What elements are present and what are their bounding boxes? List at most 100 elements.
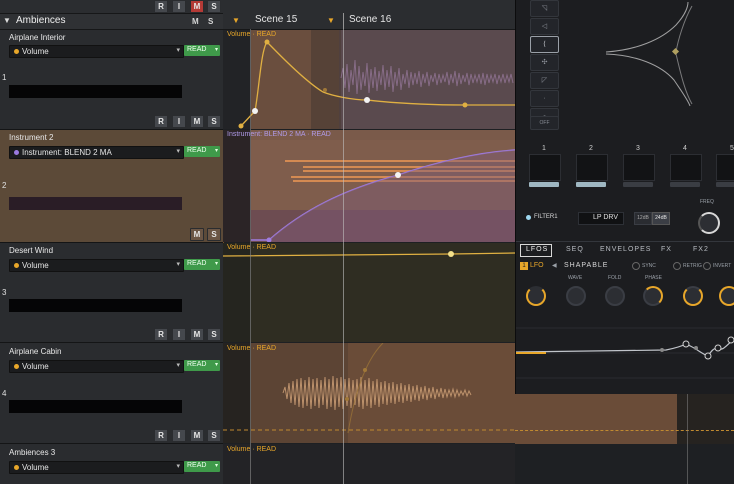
timeline-ruler[interactable]: ▼ Scene 15 ▼ Scene 16	[223, 13, 515, 30]
automation-mode-button[interactable]: READ ▾	[184, 259, 220, 270]
group-header[interactable]: ▼ Ambiences M S	[0, 14, 223, 30]
slot-2[interactable]	[576, 154, 608, 181]
input-monitor-button[interactable]: I	[172, 115, 186, 128]
chevron-down-icon: ▾	[214, 261, 218, 267]
param-label: Volume	[22, 261, 49, 270]
solo-button[interactable]: S	[207, 115, 221, 128]
lane-ambiences-3[interactable]: Volume · READ	[223, 444, 515, 484]
record-button[interactable]: R	[154, 115, 168, 128]
slope-24db-button[interactable]: 24dB	[652, 212, 670, 225]
slot-level-2	[576, 182, 606, 187]
group-solo-button[interactable]: S	[208, 17, 213, 26]
track-desert-wind[interactable]: Desert Wind Volume ▾ READ ▾ 3 R I M S	[0, 243, 223, 343]
track-name: Desert Wind	[9, 246, 54, 255]
slot-1[interactable]	[529, 154, 561, 181]
param-label: Volume	[22, 362, 49, 371]
lane-desert-wind[interactable]: Volume · READ	[223, 243, 515, 342]
off-button[interactable]: OFF	[530, 116, 559, 130]
sync-radio[interactable]	[632, 262, 640, 270]
scene-marker-arrow-icon[interactable]: ▼	[327, 16, 335, 25]
automation-label: Volume · READ	[227, 31, 277, 38]
slot-5[interactable]	[716, 154, 734, 181]
mode-label: READ	[187, 46, 207, 53]
automation-param-select[interactable]: Instrument: BLEND 2 MA ▾	[9, 146, 184, 159]
solo-button[interactable]: S	[207, 228, 221, 241]
scene-marker-16[interactable]: Scene 16	[349, 14, 391, 25]
scene-marker-15[interactable]: Scene 15	[255, 14, 297, 25]
collapse-triangle-icon[interactable]: ▼	[3, 16, 11, 25]
record-button[interactable]: R	[154, 328, 168, 341]
track-instrument-2[interactable]: Instrument 2 Instrument: BLEND 2 MA ▾ RE…	[0, 130, 224, 243]
synth-plugin-window[interactable]: ◹ ◁ ⟨ ✣ ◸ · - OFF 1 2 3 4 5 FILTER1 LP D…	[515, 0, 734, 394]
tab-fx2[interactable]: FX2	[693, 246, 709, 253]
slot-label-3: 3	[636, 145, 640, 152]
filter-label: FILTER1	[534, 214, 558, 220]
track-airplane-cabin[interactable]: Airplane Cabin Volume ▾ READ ▾ 4 R I M S	[0, 343, 223, 444]
filter-enable-led[interactable]	[526, 215, 531, 220]
shape-button-4[interactable]: ✣	[530, 54, 559, 71]
automation-param-select[interactable]: Volume ▾	[9, 461, 184, 474]
slot-4[interactable]	[670, 154, 702, 181]
lfo-badge[interactable]: 1	[520, 262, 528, 270]
input-monitor-button[interactable]: I	[172, 429, 186, 442]
shape-button-6[interactable]: ·	[530, 90, 559, 107]
solo-button[interactable]: S	[207, 429, 221, 442]
automation-param-select[interactable]: Volume ▾	[9, 360, 184, 373]
lfo-shape-editor[interactable]	[516, 318, 734, 388]
tab-fx[interactable]: FX	[661, 246, 672, 253]
lfo-mode[interactable]: SHAPABLE	[564, 262, 608, 269]
lfo-knob-5[interactable]	[683, 286, 703, 306]
shape-button-3[interactable]: ⟨	[530, 36, 559, 53]
automation-lane-svg	[238, 30, 515, 129]
mute-button[interactable]: M	[190, 0, 204, 13]
automation-mode-button[interactable]: READ ▾	[184, 45, 220, 56]
invert-radio[interactable]	[703, 262, 711, 270]
invert-label: INVERT	[713, 263, 732, 269]
solo-button[interactable]: S	[207, 328, 221, 341]
track-meter	[9, 85, 182, 98]
group-mute-button[interactable]: M	[192, 17, 199, 26]
lane-instrument-2[interactable]: Instrument: BLEND 2 MA · READ	[223, 130, 515, 242]
playhead-marker-icon[interactable]: ▼	[232, 16, 240, 25]
automation-label: Volume · READ	[227, 446, 277, 453]
track-ambiences-3[interactable]: Ambiences 3 Volume ▾ READ ▾	[0, 444, 223, 484]
record-button[interactable]: R	[154, 429, 168, 442]
param-label: Instrument: BLEND 2 MA	[22, 148, 112, 157]
slope-12db-button[interactable]: 12dB	[634, 212, 652, 225]
automation-param-select[interactable]: Volume ▾	[9, 45, 184, 58]
automation-param-select[interactable]: Volume ▾	[9, 259, 184, 272]
input-monitor-button[interactable]: I	[172, 0, 186, 13]
phase-knob[interactable]	[643, 286, 663, 306]
track-meter	[9, 400, 182, 413]
automation-mode-button[interactable]: READ ▾	[184, 360, 220, 371]
mute-button[interactable]: M	[190, 228, 204, 241]
mute-button[interactable]: M	[190, 429, 204, 442]
lane-airplane-interior[interactable]: Volume · READ	[223, 30, 515, 129]
lfo-knob-6[interactable]	[719, 286, 734, 306]
track-airplane-interior[interactable]: Airplane Interior Volume ▾ READ ▾ 1 R I …	[0, 30, 223, 130]
filter-type-select[interactable]: LP DRV	[578, 212, 624, 225]
lane-airplane-cabin[interactable]: Volume · READ	[223, 343, 515, 443]
retrig-radio[interactable]	[673, 262, 681, 270]
slot-3[interactable]	[623, 154, 655, 181]
shape-button-2[interactable]: ◁	[530, 18, 559, 35]
record-button[interactable]: R	[154, 0, 168, 13]
tab-lfos[interactable]: LFOS	[526, 246, 548, 253]
mute-button[interactable]: M	[190, 115, 204, 128]
tab-seq[interactable]: SEQ	[566, 246, 584, 253]
mute-button[interactable]: M	[190, 328, 204, 341]
tab-envelopes[interactable]: ENVELOPES	[600, 246, 651, 253]
slot-level-4	[670, 182, 700, 187]
wave-knob[interactable]	[566, 286, 586, 306]
automation-mode-button[interactable]: READ ▾	[184, 146, 220, 157]
shape-button-1[interactable]: ◹	[530, 0, 559, 17]
lfo-knob-1[interactable]	[526, 286, 546, 306]
wavetable-visualizer	[605, 1, 693, 107]
input-monitor-button[interactable]: I	[172, 328, 186, 341]
lfo-arrow-icon[interactable]: ◀	[552, 262, 557, 269]
shape-button-5[interactable]: ◸	[530, 72, 559, 89]
automation-mode-button[interactable]: READ ▾	[184, 461, 220, 472]
fold-knob[interactable]	[605, 286, 625, 306]
solo-button[interactable]: S	[207, 0, 221, 13]
freq-knob[interactable]	[698, 212, 720, 234]
